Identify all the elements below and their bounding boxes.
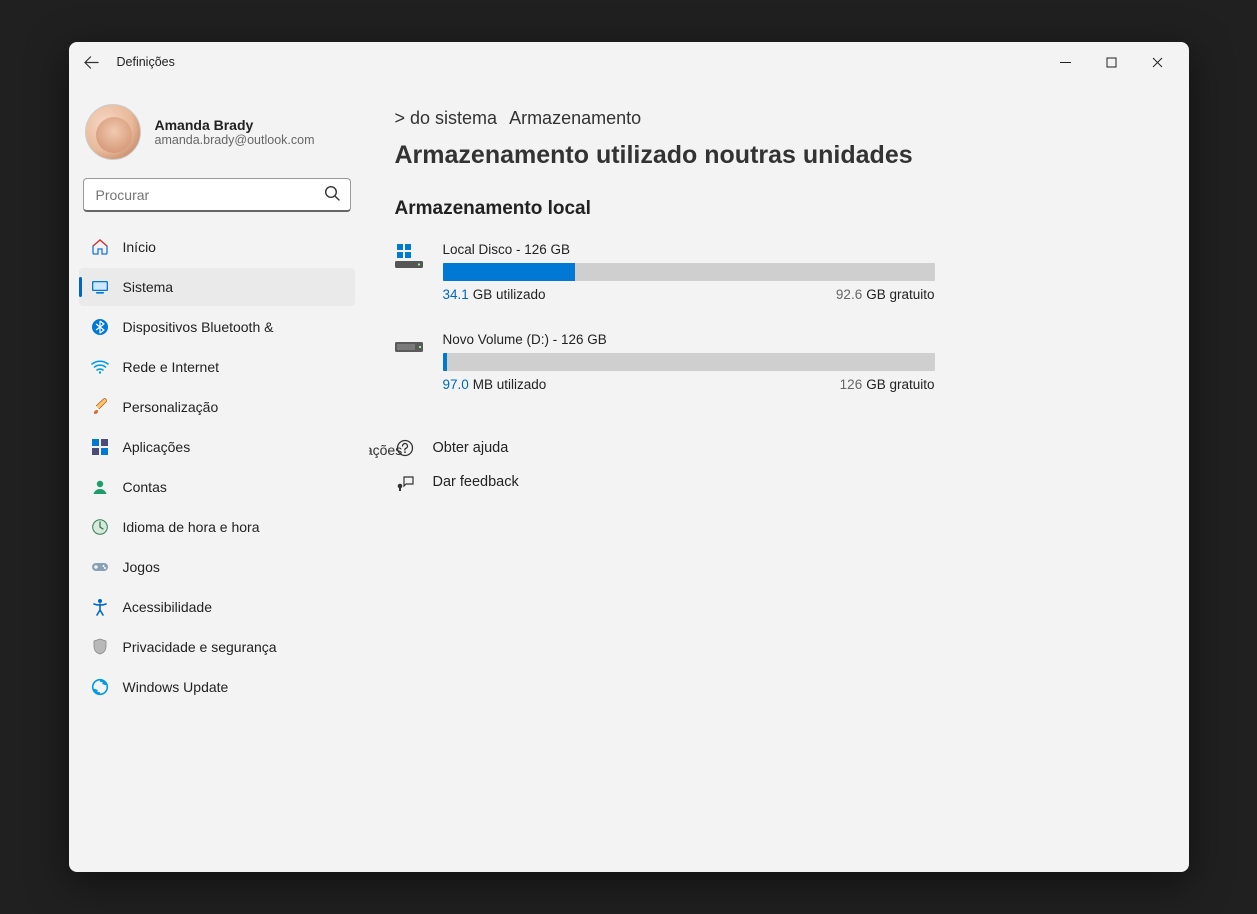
storage-bar [443, 353, 935, 371]
sidebar-item-label: Jogos [123, 559, 160, 575]
sidebar-item-label: Início [123, 239, 156, 255]
brush-icon [91, 398, 109, 416]
avatar [85, 104, 141, 160]
sidebar-item-label: Privacidade e segurança [123, 639, 277, 655]
maximize-button[interactable] [1089, 46, 1135, 78]
free-text: 126GB gratuito [840, 377, 935, 392]
get-help-link[interactable]: Obter ajuda [395, 438, 1159, 458]
search-wrap [75, 178, 359, 224]
profile-name: Amanda Brady [155, 117, 315, 133]
sidebar-item-label: Aplicações [123, 439, 191, 455]
drive-row[interactable]: Local Disco - 126 GB 34.1GB utilizado 92… [395, 242, 935, 302]
wifi-icon [91, 358, 109, 376]
sidebar-item-label: Acessibilidade [123, 599, 213, 615]
update-icon [91, 678, 109, 696]
sidebar-item-personalizacao[interactable]: Personalização [79, 388, 355, 426]
free-text: 92.6GB gratuito [836, 287, 935, 302]
sidebar: Amanda Brady amanda.brady@outlook.com In… [69, 82, 369, 872]
local-disk-icon [395, 244, 425, 270]
account-icon [91, 478, 109, 496]
sidebar-item-label: Rede e Internet [123, 359, 220, 375]
sidebar-item-update[interactable]: Windows Update [79, 668, 355, 706]
link-label: Dar feedback [433, 474, 519, 490]
bluetooth-icon [91, 318, 109, 336]
sidebar-item-label: Idioma de hora e hora [123, 519, 260, 535]
sidebar-item-inicio[interactable]: Início [79, 228, 355, 266]
drive-name: Local Disco - 126 GB [443, 242, 935, 257]
feedback-icon [395, 472, 415, 492]
storage-bar-fill [443, 353, 448, 371]
main-content: > do sistema Armazenamento Armazenamento… [369, 82, 1189, 872]
minimize-button[interactable] [1043, 46, 1089, 78]
nav: Início Sistema Dispositivos Bluetooth & [75, 224, 359, 710]
sidebar-item-privacidade[interactable]: Privacidade e segurança [79, 628, 355, 666]
sidebar-item-acessibilidade[interactable]: Acessibilidade [79, 588, 355, 626]
sidebar-item-label: Windows Update [123, 679, 229, 695]
system-icon [91, 278, 109, 296]
sidebar-item-rede[interactable]: Rede e Internet [79, 348, 355, 386]
close-icon [1152, 57, 1163, 68]
sidebar-item-sistema[interactable]: Sistema [79, 268, 355, 306]
home-icon [91, 238, 109, 256]
page-title: Armazenamento utilizado noutras unidades [395, 141, 913, 170]
help-links: Aplicações Obter ajuda Dar feedback [395, 438, 1159, 492]
breadcrumb-part2[interactable]: Armazenamento [509, 108, 641, 129]
give-feedback-link[interactable]: Dar feedback [395, 472, 1159, 492]
drive-row[interactable]: Novo Volume (D:) - 126 GB 97.0MB utiliza… [395, 332, 935, 392]
back-button[interactable] [77, 47, 107, 77]
sidebar-item-contas[interactable]: Contas [79, 468, 355, 506]
sidebar-item-label: Contas [123, 479, 167, 495]
used-text: 97.0MB utilizado [443, 377, 547, 392]
titlebar: Definições [69, 42, 1189, 82]
close-button[interactable] [1135, 46, 1181, 78]
sidebar-item-label: Dispositivos Bluetooth & [123, 319, 274, 335]
maximize-icon [1106, 57, 1117, 68]
search-input[interactable] [83, 178, 351, 212]
arrow-left-icon [84, 55, 99, 70]
volume-disk-icon [395, 334, 425, 360]
settings-window: Definições Amanda Brady amanda.brady@out… [69, 42, 1189, 872]
profile-block[interactable]: Amanda Brady amanda.brady@outlook.com [75, 92, 359, 178]
used-text: 34.1GB utilizado [443, 287, 546, 302]
section-heading: Armazenamento local [395, 198, 1159, 220]
shield-icon [91, 638, 109, 656]
gamepad-icon [91, 558, 109, 576]
sidebar-item-label: Personalização [123, 399, 219, 415]
clock-globe-icon [91, 518, 109, 536]
sidebar-item-aplicacoes[interactable]: Aplicações [79, 428, 355, 466]
sidebar-item-idioma[interactable]: Idioma de hora e hora [79, 508, 355, 546]
minimize-icon [1060, 57, 1071, 68]
drive-name: Novo Volume (D:) - 126 GB [443, 332, 935, 347]
sidebar-item-bluetooth[interactable]: Dispositivos Bluetooth & [79, 308, 355, 346]
storage-bar-fill [443, 263, 576, 281]
breadcrumb-part1[interactable]: > do sistema [395, 108, 498, 129]
link-label: Obter ajuda [433, 440, 509, 456]
window-title: Definições [117, 55, 175, 69]
apps-icon [91, 438, 109, 456]
window-controls [1043, 46, 1181, 78]
storage-bar [443, 263, 935, 281]
sidebar-item-label: Sistema [123, 279, 174, 295]
breadcrumb: > do sistema Armazenamento Armazenamento… [395, 108, 1159, 170]
accessibility-icon [91, 598, 109, 616]
sidebar-item-jogos[interactable]: Jogos [79, 548, 355, 586]
floating-label-aplicacoes: Aplicações [369, 442, 403, 458]
profile-email: amanda.brady@outlook.com [155, 133, 315, 147]
